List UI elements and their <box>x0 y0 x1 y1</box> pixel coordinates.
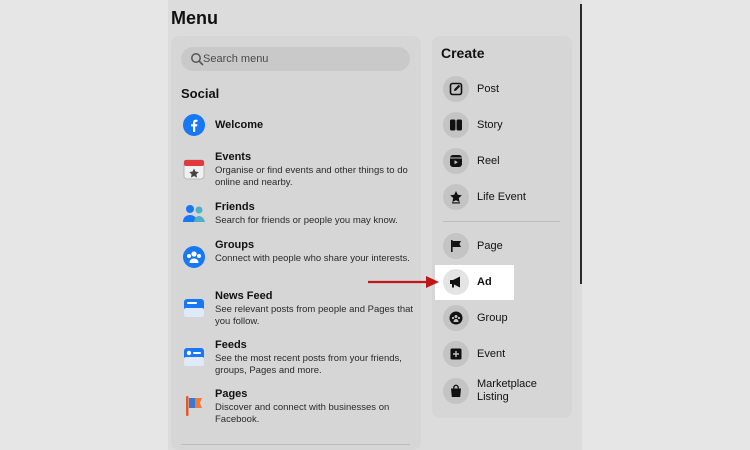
menu-item-label: Feeds <box>215 339 247 351</box>
create-item-label: Story <box>477 119 503 131</box>
edit-icon <box>449 82 463 96</box>
reel-icon <box>450 155 462 167</box>
menu-item-welcome[interactable]: Welcome <box>181 113 413 137</box>
create-item-ad[interactable]: Ad <box>441 267 569 297</box>
create-item-label: Marketplace Listing <box>477 378 537 403</box>
menu-item-label: Groups <box>215 239 255 251</box>
menu-item-label: Events <box>215 151 252 163</box>
menu-item-description: Discover and connect with businesses on … <box>215 402 390 425</box>
create-icon-circle <box>443 184 469 210</box>
create-item-group[interactable]: Group <box>441 303 569 333</box>
event-icon <box>450 348 462 360</box>
create-item-event[interactable]: Event <box>441 339 569 369</box>
menu-title: Menu <box>171 8 218 28</box>
menu-item-description: Search for friends or people you may kno… <box>215 215 398 226</box>
search-input[interactable]: Search menu <box>203 47 403 71</box>
section-divider <box>181 444 410 445</box>
panel-edge <box>580 4 582 284</box>
feeds-icon <box>184 348 204 366</box>
create-item-label: Reel <box>477 155 500 167</box>
menu-item-description: Connect with people who share your inter… <box>215 253 410 264</box>
menu-item-label: News Feed <box>215 290 273 302</box>
create-item-label: Group <box>477 312 508 324</box>
menu-item-news-feed[interactable]: News Feed See relevant posts from people… <box>181 290 413 330</box>
create-divider <box>443 221 560 222</box>
create-item-post[interactable]: Post <box>441 74 569 104</box>
social-section-title: Social <box>181 86 220 101</box>
menu-item-events[interactable]: Events Organise or find events and other… <box>181 151 413 188</box>
menu-item-friends[interactable]: Friends Search for friends or people you… <box>181 201 413 229</box>
book-icon <box>450 119 462 131</box>
create-icon-circle <box>443 378 469 404</box>
menu-item-description: Organise or find events and other things… <box>215 165 408 188</box>
menu-item-description: See relevant posts from people and Pages… <box>215 304 414 327</box>
groups-icon <box>183 246 205 268</box>
shopping-bag-icon <box>451 384 461 397</box>
menu-item-label: Welcome <box>215 119 264 131</box>
facebook-icon <box>183 114 205 136</box>
create-item-label: Ad <box>477 276 492 288</box>
news-feed-icon <box>184 299 204 317</box>
create-icon-circle <box>443 76 469 102</box>
create-item-life-event[interactable]: Life Event <box>441 182 569 212</box>
create-item-label: Post <box>477 83 500 95</box>
create-icon-circle <box>443 341 469 367</box>
create-icon-circle <box>443 305 469 331</box>
red-arrow-icon <box>368 276 439 288</box>
menu-item-description: See the most recent posts from your frie… <box>215 353 402 376</box>
menu-item-label: Friends <box>215 201 255 213</box>
create-item-story[interactable]: Story <box>441 110 569 140</box>
pages-flag-icon <box>186 396 202 416</box>
create-icon-circle <box>443 112 469 138</box>
create-item-marketplace-listing[interactable]: Marketplace Listing <box>441 376 569 408</box>
create-icon-circle <box>443 233 469 259</box>
menu-item-groups[interactable]: Groups Connect with people who share you… <box>181 239 413 279</box>
group-icon <box>449 311 463 325</box>
search-bar[interactable]: Search menu <box>181 47 410 71</box>
create-item-label: Life Event <box>477 191 526 203</box>
create-item-page[interactable]: Page <box>441 231 569 261</box>
menu-item-label: Pages <box>215 388 248 400</box>
create-icon-circle <box>443 148 469 174</box>
menu-item-pages[interactable]: Pages Discover and connect with business… <box>181 388 413 428</box>
star-icon <box>450 191 462 204</box>
create-icon-circle <box>443 269 469 295</box>
create-item-label: Page <box>477 240 503 252</box>
create-item-label: Event <box>477 348 506 360</box>
create-title: Create <box>441 45 485 61</box>
friends-icon <box>183 205 205 222</box>
megaphone-icon <box>450 276 460 288</box>
calendar-icon <box>183 159 205 180</box>
menu-item-feeds[interactable]: Feeds See the most recent posts from you… <box>181 339 413 379</box>
create-item-reel[interactable]: Reel <box>441 146 569 176</box>
search-icon <box>191 53 204 66</box>
flag-icon <box>451 240 461 252</box>
